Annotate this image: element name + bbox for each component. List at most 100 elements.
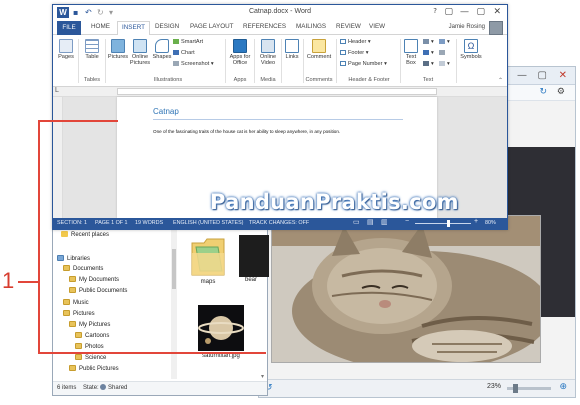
annotation-bracket-bottom [38, 352, 266, 354]
quick-parts-button[interactable]: ▾ [423, 39, 434, 45]
sidebar-item-documents[interactable]: Documents [63, 265, 103, 274]
avatar[interactable] [489, 21, 503, 35]
online-video-button[interactable]: Online Video [256, 39, 280, 66]
tab-page-layout[interactable]: PAGE LAYOUT [190, 23, 234, 30]
close-icon[interactable]: ✕ [559, 70, 567, 81]
table-button[interactable]: Table [81, 39, 103, 60]
sidebar-item-public-documents[interactable]: Public Documents [69, 287, 127, 296]
status-track-changes[interactable]: TRACK CHANGES: OFF [249, 220, 309, 226]
wordart-button[interactable]: ▾ [423, 50, 434, 56]
ribbon-display-icon[interactable]: ▢ [444, 7, 453, 17]
pictures-button[interactable]: Pictures [107, 39, 129, 60]
tab-design[interactable]: DESIGN [155, 23, 179, 30]
minimize-icon[interactable]: — [460, 7, 469, 17]
scroll-down-icon[interactable]: ▾ [261, 373, 264, 380]
sidebar-item-cartoons[interactable]: Cartoons [75, 332, 109, 341]
text-box-button[interactable]: Text Box [402, 39, 420, 66]
zoom-in-icon[interactable]: + [474, 218, 478, 225]
group-label-text: Text [422, 77, 434, 83]
status-page[interactable]: PAGE 1 OF 1 [95, 220, 128, 226]
sidebar-item-photos[interactable]: Photos [75, 343, 104, 352]
help-icon[interactable]: ? [433, 7, 437, 15]
maximize-icon[interactable]: ▢ [476, 7, 485, 17]
pictures-icon [111, 39, 125, 53]
group-label-apps: Apps [233, 77, 247, 83]
collapse-ribbon-icon[interactable]: ⌃ [498, 77, 503, 84]
tab-references[interactable]: REFERENCES [243, 23, 286, 30]
shapes-button[interactable]: Shapes [152, 39, 172, 60]
fit-window-icon[interactable]: ⊕ [559, 382, 567, 392]
signature-icon [439, 39, 445, 44]
sidebar-item-recent-places[interactable]: Recent places [61, 231, 109, 240]
screenshot-button[interactable]: Screenshot ▾ [173, 61, 214, 67]
sidebar-item-libraries[interactable]: Libraries [57, 255, 90, 264]
page-number-button[interactable]: Page Number ▾ [340, 61, 387, 67]
links-button[interactable]: Links [283, 39, 301, 60]
footer-button[interactable]: Footer ▾ [340, 50, 369, 56]
status-section[interactable]: SECTION: 1 [57, 220, 87, 226]
status-zoom[interactable]: 80% [485, 220, 496, 226]
tab-selector-icon[interactable]: L [55, 87, 59, 94]
print-layout-icon[interactable]: ▤ [367, 218, 374, 226]
document-body-text[interactable]: One of the fascinating traits of the hou… [153, 129, 340, 134]
signature-line-button[interactable]: ▾ [439, 39, 450, 45]
symbols-button[interactable]: Ω Symbols [459, 39, 483, 60]
read-mode-icon[interactable]: ▭ [353, 218, 360, 226]
explorer-state-value: Shared [108, 385, 128, 391]
sidebar-item-public-pictures[interactable]: Public Pictures [69, 365, 119, 374]
chart-button[interactable]: Chart [173, 50, 195, 56]
user-name[interactable]: Jamie Rosing [449, 24, 485, 30]
document-heading[interactable]: Catnap [153, 107, 179, 116]
word-titlebar[interactable]: W ▪ ↶ ↻ ▾ Catnap.docx - Word ? ▢ — ▢ ✕ [53, 5, 507, 21]
pages-button[interactable]: Pages [56, 39, 76, 60]
tab-view[interactable]: VIEW [369, 23, 385, 30]
page-number-icon [340, 61, 346, 66]
file-item-bear[interactable]: bear [239, 235, 269, 283]
group-label-tables: Tables [83, 77, 101, 83]
zoom-slider-knob[interactable] [447, 220, 450, 227]
drop-cap-button[interactable]: ▾ [423, 61, 434, 67]
cat-photo[interactable] [271, 215, 541, 363]
file-item-maps[interactable]: maps [183, 235, 233, 285]
date-time-button[interactable] [439, 50, 447, 56]
comment-button[interactable]: Comment [305, 39, 333, 60]
tab-mailings[interactable]: MAILINGS [296, 23, 326, 30]
online-pictures-button[interactable]: Online Pictures [129, 39, 151, 66]
sidebar-item-pictures[interactable]: Pictures [63, 310, 95, 319]
scrollbar-thumb[interactable] [172, 249, 176, 289]
status-language[interactable]: ENGLISH (UNITED STATES) [173, 220, 243, 226]
photo-zoom-slider[interactable] [507, 384, 551, 393]
sidebar-item-my-pictures[interactable]: My Pictures [69, 321, 110, 330]
cat-photo-graphic [272, 216, 540, 362]
minimize-icon[interactable]: — [517, 70, 527, 81]
screen: — ▢ ✕ ↻ ⚙ ↺ 23% ⊕ Recent places Librarie… [0, 0, 580, 405]
vertical-ruler[interactable] [53, 97, 63, 218]
file-item-saturntitan[interactable]: saturntitan.jpg [191, 305, 251, 359]
web-layout-icon[interactable]: ▥ [381, 218, 388, 226]
maximize-icon[interactable]: ▢ [538, 70, 547, 81]
smartart-button[interactable]: SmartArt [173, 39, 203, 45]
horizontal-ruler[interactable]: L [53, 87, 507, 97]
apps-for-office-button[interactable]: Apps for Office [227, 39, 253, 66]
heading-rule [153, 119, 403, 120]
refresh-icon[interactable]: ↻ [539, 87, 547, 97]
sidebar-item-science[interactable]: Science [75, 354, 106, 363]
header-button[interactable]: Header ▾ [340, 39, 371, 45]
tab-home[interactable]: HOME [91, 23, 110, 30]
gear-icon[interactable]: ⚙ [557, 87, 565, 97]
tab-file[interactable]: FILE [57, 21, 81, 35]
sidebar-item-music[interactable]: Music [63, 299, 89, 308]
sidebar-item-label: Music [73, 300, 89, 306]
close-icon[interactable]: ✕ [493, 7, 501, 17]
tab-insert[interactable]: INSERT [117, 21, 150, 36]
tab-review[interactable]: REVIEW [336, 23, 361, 30]
status-words[interactable]: 19 WORDS [135, 220, 163, 226]
header-icon [340, 39, 346, 44]
object-button[interactable]: ▾ [439, 61, 450, 67]
photo-zoom-slider-knob[interactable] [513, 384, 518, 393]
sidebar-item-my-documents[interactable]: My Documents [69, 276, 119, 285]
zoom-slider[interactable] [415, 220, 471, 227]
zoom-out-icon[interactable]: − [405, 218, 409, 225]
sidebar-item-label: Recent places [71, 232, 110, 238]
file-explorer-window[interactable]: Recent places Libraries Documents My Docume… [52, 218, 269, 396]
